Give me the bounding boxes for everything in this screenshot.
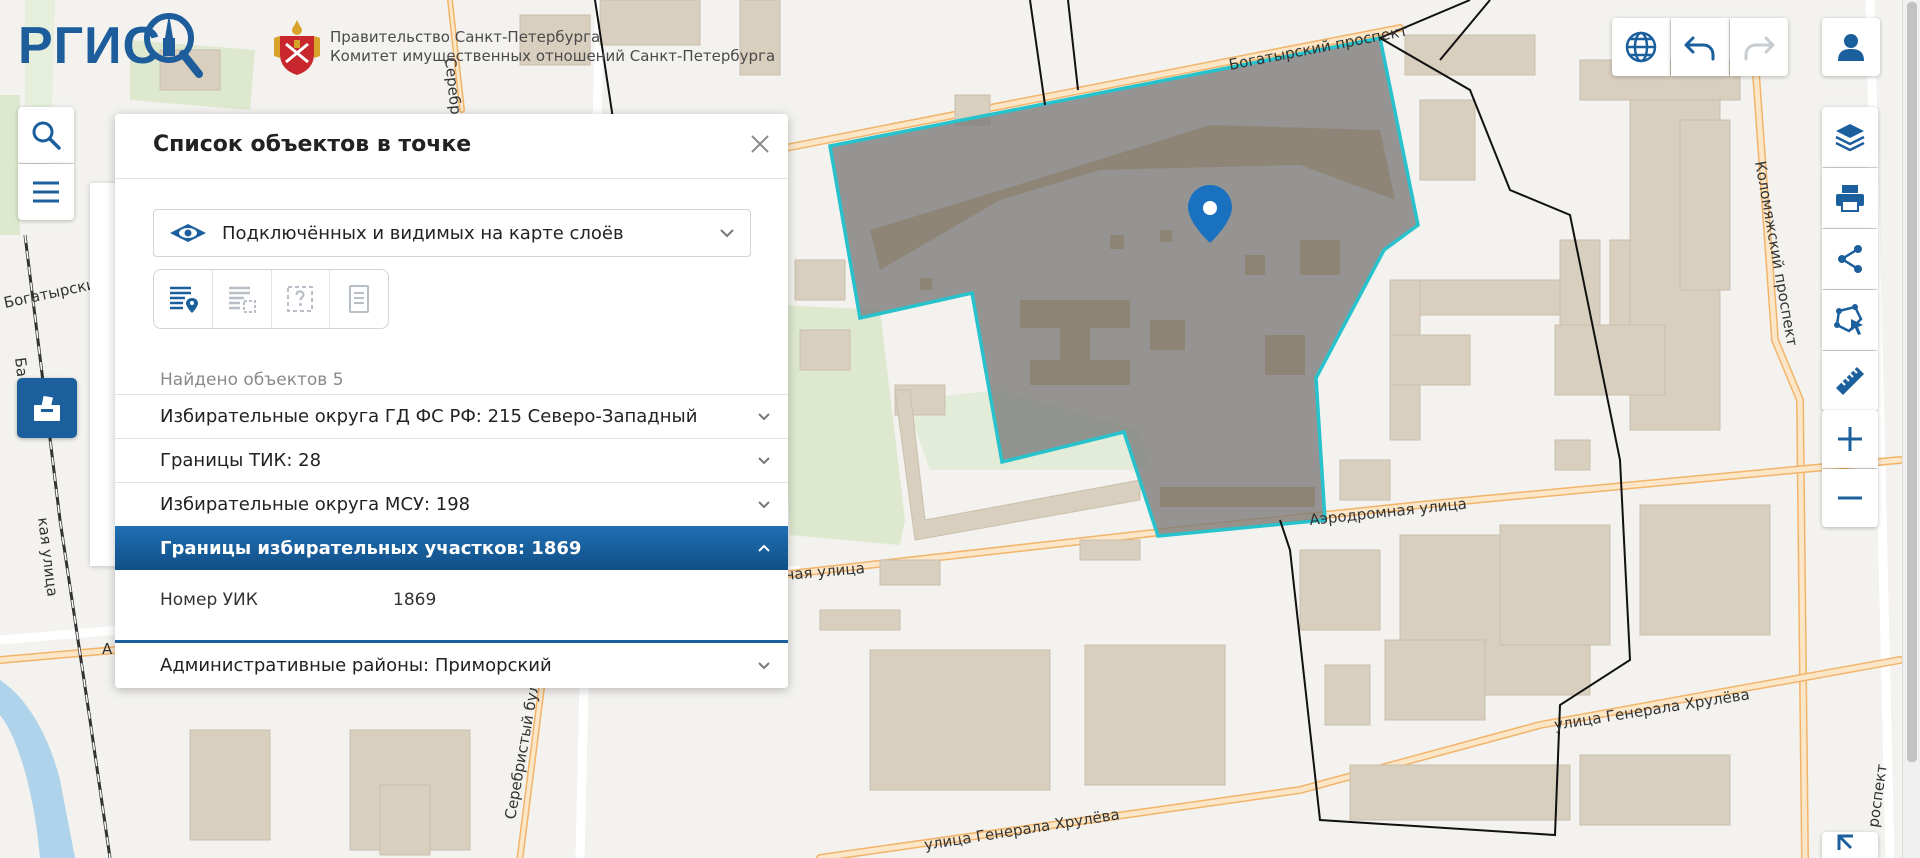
chevron-down-icon <box>758 413 770 421</box>
list-grid-icon <box>228 286 256 313</box>
menu-icon <box>33 181 59 203</box>
draw-polygon-button[interactable] <box>1822 290 1878 350</box>
fullscreen-button[interactable] <box>1822 832 1878 858</box>
government-header: Правительство Санкт-Петербурга Комитет и… <box>272 18 775 76</box>
result-row[interactable]: Административные районы: Приморский <box>115 644 788 687</box>
ballot-box-icon <box>34 394 60 421</box>
panel-divider <box>115 178 788 179</box>
coat-of-arms-icon <box>274 20 320 75</box>
street-label-ba: Ба <box>11 356 31 378</box>
result-row-label: Избирательные округа МСУ: 198 <box>160 494 471 515</box>
user-icon <box>1838 34 1864 61</box>
chevron-down-icon <box>720 229 734 238</box>
result-row-label: Границы ТИК: 28 <box>160 450 322 471</box>
print-button[interactable] <box>1822 168 1878 228</box>
measure-button[interactable] <box>1822 351 1878 411</box>
print-icon <box>1836 185 1864 212</box>
chevron-down-icon <box>758 457 770 465</box>
unknown-object-tool[interactable] <box>272 270 331 328</box>
result-row-label: Избирательные округа ГД ФС РФ: 215 Север… <box>160 406 698 427</box>
minus-icon <box>1838 496 1862 500</box>
zoom-in-button[interactable] <box>1822 410 1878 468</box>
undo-icon <box>1684 36 1715 61</box>
draw-polygon-icon <box>1834 304 1863 335</box>
ruler-icon <box>1836 367 1864 395</box>
chevron-down-icon <box>758 662 770 670</box>
basemap-button[interactable] <box>1612 18 1670 76</box>
globe-icon <box>1625 31 1657 63</box>
result-row-expanded[interactable]: Границы избирательных участков: 1869 <box>115 526 788 570</box>
detail-value: 1869 <box>393 590 437 610</box>
layers-button[interactable] <box>1822 107 1878 167</box>
result-row[interactable]: Границы ТИК: 28 <box>115 438 788 482</box>
result-row[interactable]: Избирательные округа ГД ФС РФ: 215 Север… <box>115 394 788 438</box>
search-button[interactable] <box>18 107 74 163</box>
user-button[interactable] <box>1822 18 1880 76</box>
layers-eye-icon <box>170 224 206 242</box>
layers-icon <box>1835 124 1865 152</box>
gov-line-1: Правительство Санкт-Петербурга <box>330 28 601 46</box>
page-scrollbar[interactable] <box>1902 0 1920 858</box>
redo-button[interactable] <box>1730 18 1788 76</box>
magnifier-spire-icon <box>144 13 204 78</box>
logo-text: РГИС <box>18 17 162 75</box>
document-tool[interactable] <box>330 270 388 328</box>
share-button[interactable] <box>1822 229 1878 289</box>
search-icon <box>32 121 61 150</box>
chevron-up-icon <box>758 544 770 552</box>
street-label-a: А <box>102 640 113 658</box>
share-icon <box>1838 245 1862 273</box>
layer-filter-select[interactable]: Подключённых и видимых на карте слоёв <box>153 209 751 257</box>
found-count: Найдено объектов 5 <box>160 370 344 390</box>
list-with-location-tool[interactable] <box>154 270 213 328</box>
panel-title: Список объектов в точке <box>153 132 472 157</box>
view-mode-toolbar <box>153 269 389 329</box>
result-row-label: Границы избирательных участков: 1869 <box>160 537 582 559</box>
zoom-out-button[interactable] <box>1822 469 1878 527</box>
redo-icon <box>1744 36 1775 61</box>
document-icon <box>349 285 370 313</box>
rgis-logo[interactable]: РГИС <box>18 13 204 78</box>
layer-filter-label: Подключённых и видимых на карте слоёв <box>222 222 624 244</box>
list-location-icon <box>169 286 198 313</box>
undo-button[interactable] <box>1671 18 1729 76</box>
gov-line-2: Комитет имущественных отношений Санкт-Пе… <box>330 47 776 65</box>
question-frame-icon <box>287 286 314 312</box>
scrollbar-thumb[interactable] <box>1907 2 1917 762</box>
plus-icon <box>1838 427 1862 451</box>
chevron-down-icon <box>758 501 770 509</box>
close-icon[interactable] <box>748 132 772 156</box>
detail-key: Номер УИК <box>160 590 258 610</box>
menu-button[interactable] <box>18 164 74 220</box>
result-row[interactable]: Избирательные округа МСУ: 198 <box>115 482 788 526</box>
elections-layer-button[interactable] <box>17 378 77 438</box>
objects-at-point-panel: Список объектов в точке Подключённых и в… <box>115 114 788 688</box>
result-detail: Номер УИК 1869 <box>115 576 788 643</box>
fullscreen-icon <box>1837 834 1853 850</box>
list-with-grid-tool[interactable] <box>213 270 272 328</box>
result-row-label: Административные районы: Приморский <box>160 655 552 676</box>
